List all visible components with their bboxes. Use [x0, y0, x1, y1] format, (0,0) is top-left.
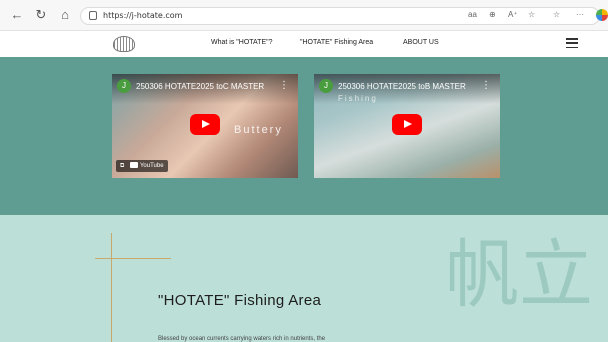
play-button-icon[interactable]	[392, 114, 422, 135]
lock-icon	[89, 11, 97, 20]
copilot-icon[interactable]	[596, 9, 608, 21]
hamburger-menu-icon[interactable]	[566, 38, 578, 49]
section-title: "HOTATE" Fishing Area	[158, 292, 322, 309]
hotate-kanji-watermark: 帆立	[445, 232, 593, 318]
video-player-toc[interactable]: J 250306 HOTATE2025 toC MASTER ⋮ Buttery…	[112, 74, 298, 178]
video-title[interactable]: 250306 HOTATE2025 toB MASTER	[338, 82, 466, 91]
section-body: Blessed by ocean currents carrying water…	[158, 336, 326, 342]
site-header: What is "HOTATE"? "HOTATE" Fishing Area …	[0, 31, 608, 57]
refresh-icon[interactable]: ↻	[33, 7, 49, 23]
read-aloud-icon[interactable]: aa	[468, 10, 477, 19]
fishing-area-section: 帆立 "HOTATE" Fishing Area Blessed by ocea…	[0, 215, 608, 342]
text-size-icon[interactable]: A⁺	[508, 10, 518, 19]
watch-on-youtube[interactable]: ⧉ YouTube	[116, 160, 168, 172]
url-text: https://j-hotate.com	[103, 11, 183, 20]
video-overlay-text: Fishing	[338, 94, 378, 103]
video-more-icon[interactable]: ⋮	[481, 80, 491, 91]
channel-avatar[interactable]: J	[117, 79, 131, 93]
video-player-tob[interactable]: J 250306 HOTATE2025 toB MASTER ⋮ Fishing	[314, 74, 500, 178]
favorites-list-icon[interactable]: ☆	[553, 10, 560, 19]
play-button-icon[interactable]	[190, 114, 220, 135]
zoom-icon[interactable]: ⊕	[489, 10, 496, 19]
back-arrow-icon[interactable]: ←	[9, 7, 25, 23]
channel-avatar[interactable]: J	[319, 79, 333, 93]
decorative-vertical-line	[111, 233, 112, 342]
home-icon[interactable]: ⌂	[57, 7, 73, 23]
video-more-icon[interactable]: ⋮	[279, 80, 289, 91]
nav-fishing-area[interactable]: "HOTATE" Fishing Area	[300, 39, 373, 46]
youtube-label: YouTube	[139, 163, 164, 169]
video-title[interactable]: 250306 HOTATE2025 toC MASTER	[136, 82, 264, 91]
address-bar[interactable]: https://j-hotate.com	[80, 7, 600, 25]
hotate-logo[interactable]	[113, 36, 135, 52]
favorite-star-icon[interactable]: ☆	[528, 10, 535, 19]
more-menu-icon[interactable]: ···	[576, 10, 584, 19]
decorative-horizontal-line	[95, 258, 171, 259]
video-overlay-text: Buttery	[234, 124, 283, 136]
nav-what-is-hotate[interactable]: What is "HOTATE"?	[211, 39, 273, 46]
nav-about-us[interactable]: ABOUT US	[403, 39, 439, 46]
browser-toolbar: ← ↻ ⌂ https://j-hotate.com aa ⊕ A⁺ ☆ ☆ ·…	[0, 0, 608, 31]
video-section: J 250306 HOTATE2025 toC MASTER ⋮ Buttery…	[0, 57, 608, 215]
